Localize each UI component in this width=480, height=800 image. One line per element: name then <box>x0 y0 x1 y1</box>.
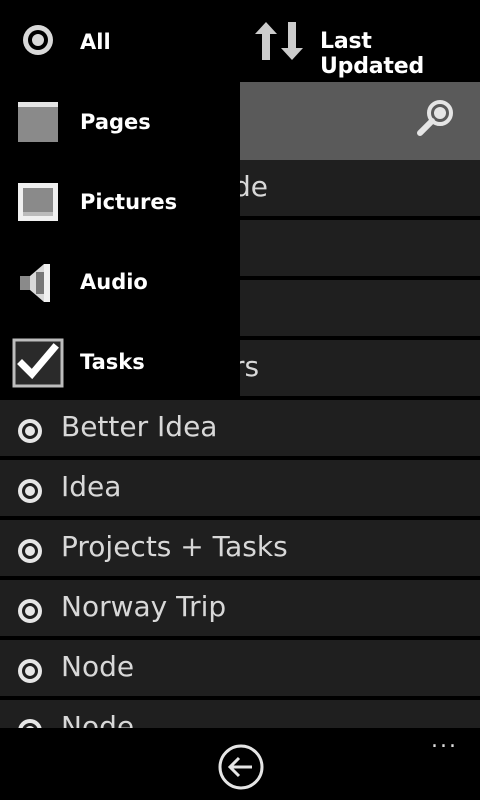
filter-label: Pictures <box>80 190 178 214</box>
filter-label: All <box>80 30 111 54</box>
back-arrow-icon[interactable] <box>217 743 265 791</box>
search-icon[interactable] <box>414 97 456 139</box>
list-item[interactable]: Norway Trip <box>0 580 480 638</box>
radio-icon <box>18 539 42 563</box>
radio-icon <box>18 479 42 503</box>
filter-label: Tasks <box>80 350 145 374</box>
sort-label[interactable]: Last Updated <box>320 29 480 79</box>
radio-icon <box>23 25 53 55</box>
app-bar: ... <box>0 728 480 800</box>
more-menu-button[interactable]: ... <box>431 728 458 753</box>
page-icon <box>18 102 58 142</box>
list-item-label: Projects + Tasks <box>61 530 288 563</box>
list-item-label: Idea <box>61 470 122 503</box>
filter-tasks[interactable]: Tasks <box>0 322 240 402</box>
filter-menu: All Pages Pictures Audio Tasks <box>0 0 240 398</box>
radio-icon <box>18 599 42 623</box>
checkbox-icon <box>12 338 64 388</box>
radio-icon <box>18 419 42 443</box>
list-item[interactable]: Projects + Tasks <box>0 520 480 578</box>
list-item-label: Node <box>61 650 135 683</box>
filter-label: Pages <box>80 110 151 134</box>
radio-icon <box>18 659 42 683</box>
list-item-label: Better Idea <box>61 410 218 443</box>
filter-audio[interactable]: Audio <box>0 242 240 322</box>
filter-pages[interactable]: Pages <box>0 82 240 162</box>
speaker-icon <box>20 264 50 302</box>
picture-icon <box>18 183 58 221</box>
list-item[interactable]: Node <box>0 640 480 698</box>
list-item[interactable]: Idea <box>0 460 480 518</box>
list-item-label: Norway Trip <box>61 590 227 623</box>
sort-up-down-icon[interactable] <box>255 22 303 60</box>
list-item[interactable]: Better Idea <box>0 400 480 458</box>
filter-all[interactable]: All <box>0 2 240 82</box>
filter-pictures[interactable]: Pictures <box>0 162 240 242</box>
filter-label: Audio <box>80 270 148 294</box>
